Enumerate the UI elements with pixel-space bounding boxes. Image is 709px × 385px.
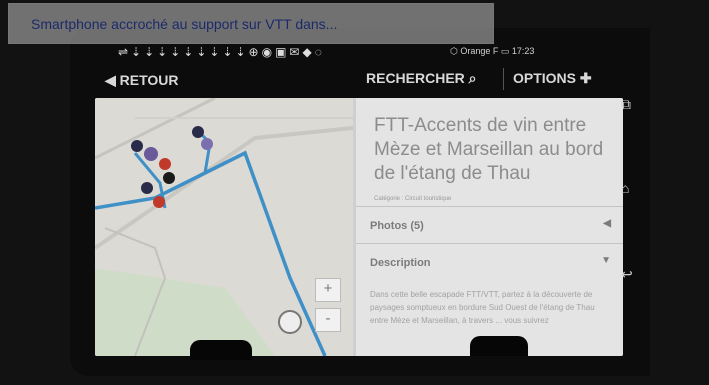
description-label: Description — [370, 257, 431, 269]
action-separator — [503, 68, 504, 90]
description-text: Dans cette belle escapade FTT/VTT, parte… — [370, 290, 595, 325]
description-section[interactable]: Description ▼ — [356, 243, 623, 280]
photos-label: Photos (5) — [370, 220, 424, 232]
poi-marker-icon[interactable] — [201, 138, 213, 150]
poi-marker-icon[interactable] — [153, 196, 165, 208]
poi-marker-icon[interactable] — [159, 158, 171, 170]
photo-scene: ⇌⇣⇣⇣⇣⇣⇣⇣⇣⇣⊕◉▣✉◆◌ ⬡ Orange F ▭ 17:23 ◀ RE… — [0, 0, 709, 385]
expand-arrow-icon: ◀ — [603, 218, 611, 229]
bike-mount-clip — [190, 340, 252, 360]
tablet-screen: + - FTT-Accents de vin entre Mèze et Mar… — [95, 98, 623, 356]
collapse-arrow-icon: ▼ — [601, 255, 611, 266]
poi-marker-icon[interactable] — [192, 126, 204, 138]
caption-text: Smartphone accroché au support sur VTT d… — [31, 16, 338, 32]
search-button[interactable]: RECHERCHER ⌕ — [366, 70, 477, 87]
caption-banner: Smartphone accroché au support sur VTT d… — [8, 3, 494, 44]
circuit-category: Catégorie : Circuit touristique — [374, 196, 452, 202]
poi-marker-icon[interactable] — [163, 172, 175, 184]
back-button[interactable]: ◀ RETOUR — [105, 72, 179, 89]
status-notification-icons: ⇌⇣⇣⇣⇣⇣⇣⇣⇣⇣⊕◉▣✉◆◌ — [118, 45, 325, 59]
action-bar: ◀ RETOUR RECHERCHER ⌕ OPTIONS ✚ — [100, 64, 614, 94]
status-right-info: ⬡ Orange F ▭ 17:23 — [450, 46, 535, 56]
detail-panel: FTT-Accents de vin entre Mèze et Marseil… — [356, 98, 623, 356]
poi-marker-icon[interactable] — [144, 147, 158, 161]
my-location-icon[interactable] — [278, 310, 302, 334]
poi-marker-icon[interactable] — [141, 182, 153, 194]
circuit-title: FTT-Accents de vin entre Mèze et Marseil… — [374, 115, 604, 184]
bike-mount-clip — [470, 336, 528, 356]
zoom-in-button[interactable]: + — [315, 278, 341, 302]
home-icon[interactable]: ⌂ — [621, 180, 629, 196]
photos-section[interactable]: Photos (5) ◀ — [356, 206, 623, 243]
back-nav-icon[interactable]: ↩ — [621, 266, 633, 283]
poi-marker-icon[interactable] — [131, 140, 143, 152]
zoom-out-button[interactable]: - — [315, 308, 341, 332]
map-view[interactable]: + - — [95, 98, 354, 356]
recent-apps-icon[interactable]: ⧉ — [621, 96, 631, 113]
status-bar: ⇌⇣⇣⇣⇣⇣⇣⇣⇣⇣⊕◉▣✉◆◌ ⬡ Orange F ▭ 17:23 — [118, 42, 618, 62]
options-button[interactable]: OPTIONS ✚ — [513, 70, 592, 87]
